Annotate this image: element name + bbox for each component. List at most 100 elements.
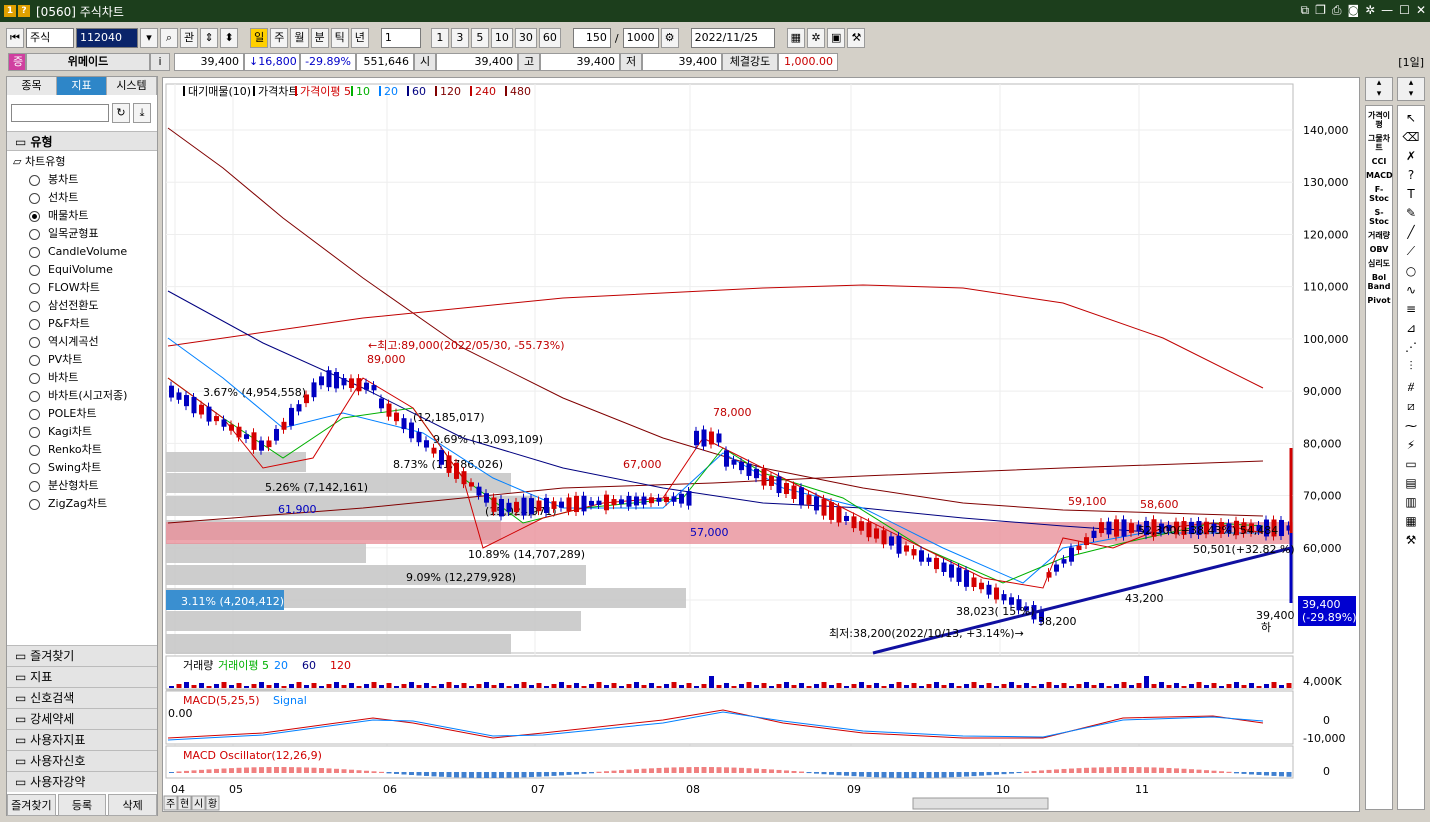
radio-icon[interactable]: [29, 246, 40, 258]
gann-icon[interactable]: ⊿: [1398, 321, 1424, 335]
market-select[interactable]: 주식: [26, 28, 74, 48]
period-year-button[interactable]: 년: [350, 28, 369, 48]
radio-icon[interactable]: [29, 480, 40, 492]
tools-icon[interactable]: ⚒: [847, 28, 866, 48]
help-tool-icon[interactable]: ?: [1398, 168, 1424, 182]
section-4[interactable]: ▭ 사용자지표: [7, 729, 157, 750]
section-5[interactable]: ▭ 사용자신호: [7, 750, 157, 771]
wave-icon[interactable]: ∿: [1398, 283, 1424, 297]
section-type[interactable]: ▭ 유형: [7, 131, 157, 151]
text-icon[interactable]: T: [1398, 187, 1424, 201]
chart-svg[interactable]: 140,000 130,000 120,000 110,000 100,000 90,00…: [163, 78, 1359, 811]
indicator-shortcut[interactable]: 심리도: [1366, 259, 1392, 268]
maximize-icon[interactable]: ☐: [1399, 3, 1410, 18]
radio-icon[interactable]: [29, 228, 40, 240]
radio-icon[interactable]: [29, 282, 40, 294]
chart-type-item[interactable]: 바차트: [7, 369, 157, 387]
radio-icon[interactable]: [29, 336, 40, 348]
indicator-shortcut[interactable]: S-Stoc: [1366, 208, 1392, 226]
section-3[interactable]: ▭ 강세약세: [7, 708, 157, 729]
doc-icon[interactable]: ▤: [1398, 476, 1424, 490]
pen-icon[interactable]: ✎: [1398, 206, 1424, 220]
config-icon[interactable]: ✲: [807, 28, 825, 48]
chart-type-item[interactable]: CandleVolume: [7, 243, 157, 261]
section-1[interactable]: ▭ 지표: [7, 666, 157, 687]
indicator-shortcut[interactable]: Pivot: [1366, 296, 1392, 305]
info-icon[interactable]: i: [150, 53, 170, 71]
bar-icon[interactable]: ▥: [1398, 495, 1424, 509]
chart-type-item[interactable]: P&F차트: [7, 315, 157, 333]
line-icon[interactable]: ╱: [1398, 225, 1424, 239]
refresh-icon[interactable]: ↻: [112, 103, 130, 123]
help-icon[interactable]: ?: [18, 5, 30, 17]
period-minute-button[interactable]: 분: [310, 28, 329, 48]
eraser-icon[interactable]: ⌫: [1398, 130, 1424, 144]
tab-stocks[interactable]: 종목: [7, 77, 57, 95]
sync-icon[interactable]: ⇕: [200, 28, 219, 48]
period-month-button[interactable]: 월: [290, 28, 309, 48]
section-6[interactable]: ▭ 사용자강약: [7, 771, 157, 792]
radio-icon[interactable]: [29, 426, 40, 438]
radio-icon[interactable]: [29, 174, 40, 186]
radio-icon[interactable]: [29, 444, 40, 456]
radio-icon[interactable]: [29, 498, 40, 510]
tab-system[interactable]: 시스템: [107, 77, 157, 95]
indicator-shortcut[interactable]: OBV: [1366, 245, 1392, 254]
max-count-input[interactable]: 1000: [622, 28, 659, 48]
radio-icon[interactable]: [29, 462, 40, 474]
section-0[interactable]: ▭ 즐겨찾기: [7, 645, 157, 666]
app-number-icon[interactable]: 1: [4, 5, 16, 17]
indicator-shortcut[interactable]: F-Stoc: [1366, 185, 1392, 203]
interval-3-button[interactable]: 3: [450, 28, 469, 48]
chart-type-item[interactable]: 봉차트: [7, 171, 157, 189]
group-chart-type[interactable]: ▱ 차트유형: [7, 151, 157, 171]
chart-type-item[interactable]: 분산형차트: [7, 477, 157, 495]
indicator-shortcut[interactable]: CCI: [1366, 157, 1392, 166]
chart-type-item[interactable]: 역시계곡선: [7, 333, 157, 351]
minimize-icon[interactable]: —: [1381, 3, 1393, 18]
wrench-icon[interactable]: ⚒: [1398, 533, 1424, 547]
radio-icon[interactable]: [29, 408, 40, 420]
interval-60-button[interactable]: 60: [538, 28, 561, 48]
fan-icon[interactable]: ⋰: [1398, 340, 1424, 354]
scroll-up-left[interactable]: ▴ ▾: [1365, 77, 1393, 101]
delete-button[interactable]: 삭제: [108, 794, 158, 816]
register-button[interactable]: 등록: [57, 794, 107, 816]
section-2[interactable]: ▭ 신호검색: [7, 687, 157, 708]
chart-type-item[interactable]: 일목균형표: [7, 225, 157, 243]
radio-icon[interactable]: [29, 372, 40, 384]
favorites-button[interactable]: 즐겨찾기: [7, 794, 56, 816]
chart-frame[interactable]: 140,000 130,000 120,000 110,000 100,000 90,00…: [162, 77, 1360, 812]
chart-type-item[interactable]: 매물차트: [7, 207, 157, 225]
indicator-shortcut[interactable]: 가격이평: [1366, 111, 1392, 129]
indicator-search-input[interactable]: [11, 104, 109, 122]
chart-type-item[interactable]: ZigZag차트: [7, 495, 157, 513]
search-icon[interactable]: ⌕: [160, 28, 178, 48]
chart-type-item[interactable]: PV차트: [7, 351, 157, 369]
chart-type-item[interactable]: 선차트: [7, 189, 157, 207]
draw-icon[interactable]: ▦: [1398, 514, 1424, 528]
interval-30-button[interactable]: 30: [514, 28, 537, 48]
first-icon[interactable]: ⏮: [6, 28, 24, 48]
chart-type-item[interactable]: Swing차트: [7, 459, 157, 477]
ray-icon[interactable]: ⟋: [1398, 244, 1424, 259]
close-icon[interactable]: ✕: [1416, 3, 1426, 18]
settings-icon[interactable]: ⚙: [660, 28, 679, 48]
chart-type-item[interactable]: Kagi차트: [7, 423, 157, 441]
print-icon[interactable]: ⎙: [1332, 3, 1342, 18]
chart-type-item[interactable]: POLE차트: [7, 405, 157, 423]
fib-icon[interactable]: ⫶: [1398, 359, 1424, 374]
radio-icon[interactable]: [29, 354, 40, 366]
radio-icon[interactable]: [29, 390, 40, 402]
interval-10-button[interactable]: 10: [490, 28, 513, 48]
dropdown-icon[interactable]: ▾: [140, 28, 158, 48]
chart-type-item[interactable]: 삼선전환도: [7, 297, 157, 315]
radio-icon[interactable]: [29, 192, 40, 204]
camera-icon[interactable]: ◙: [1347, 3, 1359, 18]
period-week-button[interactable]: 주: [270, 28, 289, 48]
period-tick-button[interactable]: 틱: [330, 28, 349, 48]
window-icon[interactable]: ▭: [1398, 457, 1424, 471]
grid-icon[interactable]: ⧣: [1398, 379, 1424, 394]
save-icon[interactable]: ▦: [786, 28, 805, 48]
circle-icon[interactable]: ○: [1398, 264, 1424, 278]
